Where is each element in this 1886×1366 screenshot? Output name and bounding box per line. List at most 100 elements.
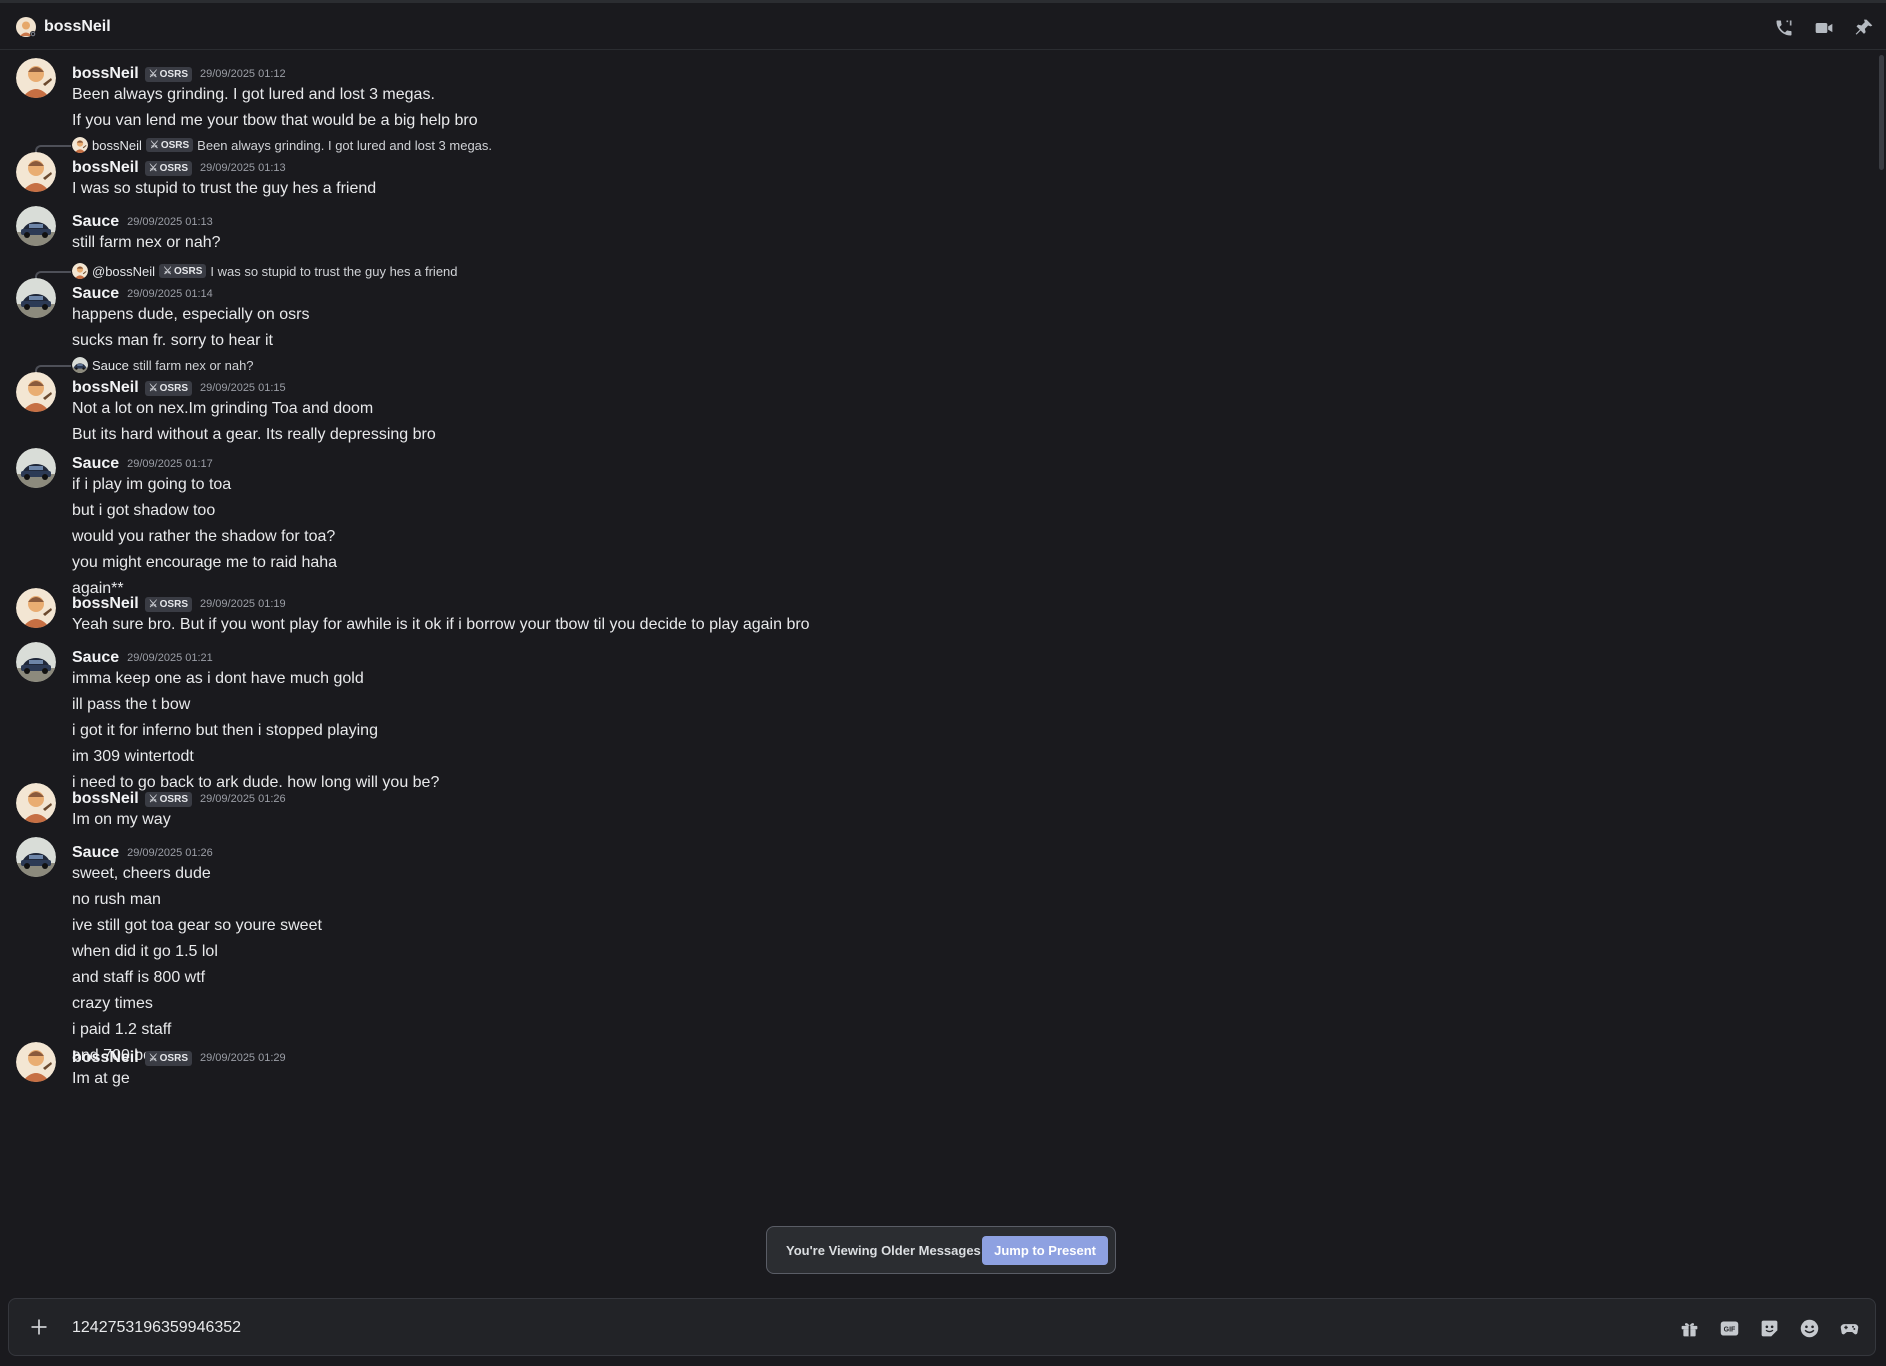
message-text: ill pass the t bow [72,696,191,713]
user-avatar[interactable] [16,837,56,877]
message-input[interactable] [72,1316,1572,1340]
video-call-icon[interactable] [1812,16,1836,40]
message-header: bossNeil ⚔ OSRS 29/09/2025 01:12 [72,64,286,84]
reply-preview[interactable]: Sauce still farm nex or nah? [72,356,254,374]
message-header: bossNeil ⚔ OSRS 29/09/2025 01:15 [72,378,286,398]
channel-header: bossNeil [0,0,1886,50]
server-tag-label: OSRS [160,139,190,151]
user-avatar[interactable] [16,588,56,628]
crossed-swords-icon: ⚔ [148,382,158,394]
server-tag-label: OSRS [159,382,188,394]
sticker-icon[interactable] [1757,1316,1781,1340]
message-text: still farm nex or nah? [72,234,221,251]
message-text: But its hard without a gear. Its really … [72,426,436,443]
message-text: imma keep one as i dont have much gold [72,670,364,687]
message-header: Sauce 29/09/2025 01:14 [72,284,213,304]
crossed-swords-icon: ⚔ [148,598,158,610]
message-scrollbar[interactable] [1879,55,1884,170]
crossed-swords-icon: ⚔ [148,162,158,174]
message-text: im 309 wintertodt [72,748,194,765]
message-header: bossNeil ⚔ OSRS 29/09/2025 01:19 [72,594,286,614]
message-text: happens dude, especially on osrs [72,306,310,323]
message-username[interactable]: Sauce [72,844,119,862]
server-tag: ⚔ OSRS [159,264,207,278]
server-tag-label: OSRS [159,793,188,805]
add-icon[interactable] [27,1315,51,1339]
message-timestamp: 29/09/2025 01:26 [127,847,213,859]
phone-call-icon[interactable] [1772,16,1796,40]
game-controller-icon[interactable] [1837,1316,1861,1340]
emoji-icon[interactable] [1797,1316,1821,1340]
crossed-swords-icon: ⚔ [149,139,159,151]
message-text: sucks man fr. sorry to hear it [72,332,273,349]
message-username[interactable]: bossNeil [72,379,139,397]
message-timestamp: 29/09/2025 01:21 [127,652,213,664]
message-text: Im at ge [72,1070,130,1087]
message-username[interactable]: bossNeil [72,1049,139,1067]
user-avatar[interactable] [16,642,56,682]
reply-avatar [72,137,88,153]
user-avatar[interactable] [16,152,56,192]
reply-username[interactable]: bossNeil [92,138,142,153]
server-tag: ⚔ OSRS [144,160,192,176]
message-username[interactable]: bossNeil [72,790,139,808]
older-messages-text: You're Viewing Older Messages [786,1242,981,1258]
reply-preview[interactable]: @bossNeil ⚔ OSRS I was so stupid to trust… [72,262,458,280]
server-tag: ⚔ OSRS [145,138,194,152]
dm-user-avatar[interactable] [16,17,36,37]
gif-icon[interactable]: GIF [1717,1316,1741,1340]
message-timestamp: 29/09/2025 01:14 [127,288,213,300]
message-text: Not a lot on nex.Im grinding Toa and doo… [72,400,374,417]
message-username[interactable]: Sauce [72,213,119,231]
message-text: if i play im going to toa [72,476,232,493]
message-timestamp: 29/09/2025 01:13 [127,216,213,228]
message-text: you might encourage me to raid haha [72,554,338,571]
server-tag-label: OSRS [159,162,188,174]
jump-to-present-button[interactable]: Jump to Present [982,1235,1108,1265]
svg-text:GIF: GIF [1723,1326,1735,1333]
message-header: Sauce 29/09/2025 01:21 [72,648,213,668]
user-avatar[interactable] [16,448,56,488]
message-timestamp: 29/09/2025 01:15 [200,382,286,394]
message-username[interactable]: bossNeil [72,595,139,613]
reply-text: I was so stupid to trust the guy hes a f… [210,263,458,279]
message-text: Yeah sure bro. But if you wont play for … [72,616,810,633]
message-username[interactable]: Sauce [72,455,119,473]
reply-text: still farm nex or nah? [132,357,254,373]
message-username[interactable]: Sauce [72,285,119,303]
server-tag-label: OSRS [159,598,188,610]
message-text: when did it go 1.5 lol [72,943,218,960]
gift-icon[interactable] [1677,1316,1701,1340]
reply-text: Been always grinding. I got lured and lo… [197,137,493,153]
message-header: Sauce 29/09/2025 01:17 [72,454,213,474]
user-avatar[interactable] [16,278,56,318]
server-tag: ⚔ OSRS [144,1050,192,1066]
message-text: but i got shadow too [72,502,216,519]
message-list[interactable]: bossNeil ⚔ OSRS 29/09/2025 01:12 Been alw… [0,51,1872,1291]
crossed-swords-icon: ⚔ [163,265,173,277]
server-tag-label: OSRS [174,265,203,277]
message-username[interactable]: bossNeil [72,65,139,83]
message-text: crazy times [72,995,153,1012]
user-avatar[interactable] [16,58,56,98]
message-text: and staff is 800 wtf [72,969,206,986]
user-avatar[interactable] [16,372,56,412]
message-username[interactable]: Sauce [72,649,119,667]
server-tag-label: OSRS [159,1052,188,1064]
message-timestamp: 29/09/2025 01:12 [200,68,286,80]
user-avatar[interactable] [16,1042,56,1082]
server-tag-label: OSRS [159,68,188,80]
message-username[interactable]: bossNeil [72,159,139,177]
reply-avatar [72,263,88,279]
message-text: i paid 1.2 staff [72,1021,172,1038]
pin-icon[interactable] [1852,16,1876,40]
message-timestamp: 29/09/2025 01:19 [200,598,286,610]
message-timestamp: 29/09/2025 01:29 [200,1052,286,1064]
reply-username[interactable]: @bossNeil [92,264,155,279]
reply-avatar [72,357,88,373]
user-avatar[interactable] [16,206,56,246]
user-avatar[interactable] [16,783,56,823]
reply-preview[interactable]: bossNeil ⚔ OSRS Been always grinding. I g… [72,136,492,154]
older-messages-banner: You're Viewing Older Messages Jump to Pr… [766,1226,1116,1274]
reply-username[interactable]: Sauce [92,358,129,373]
